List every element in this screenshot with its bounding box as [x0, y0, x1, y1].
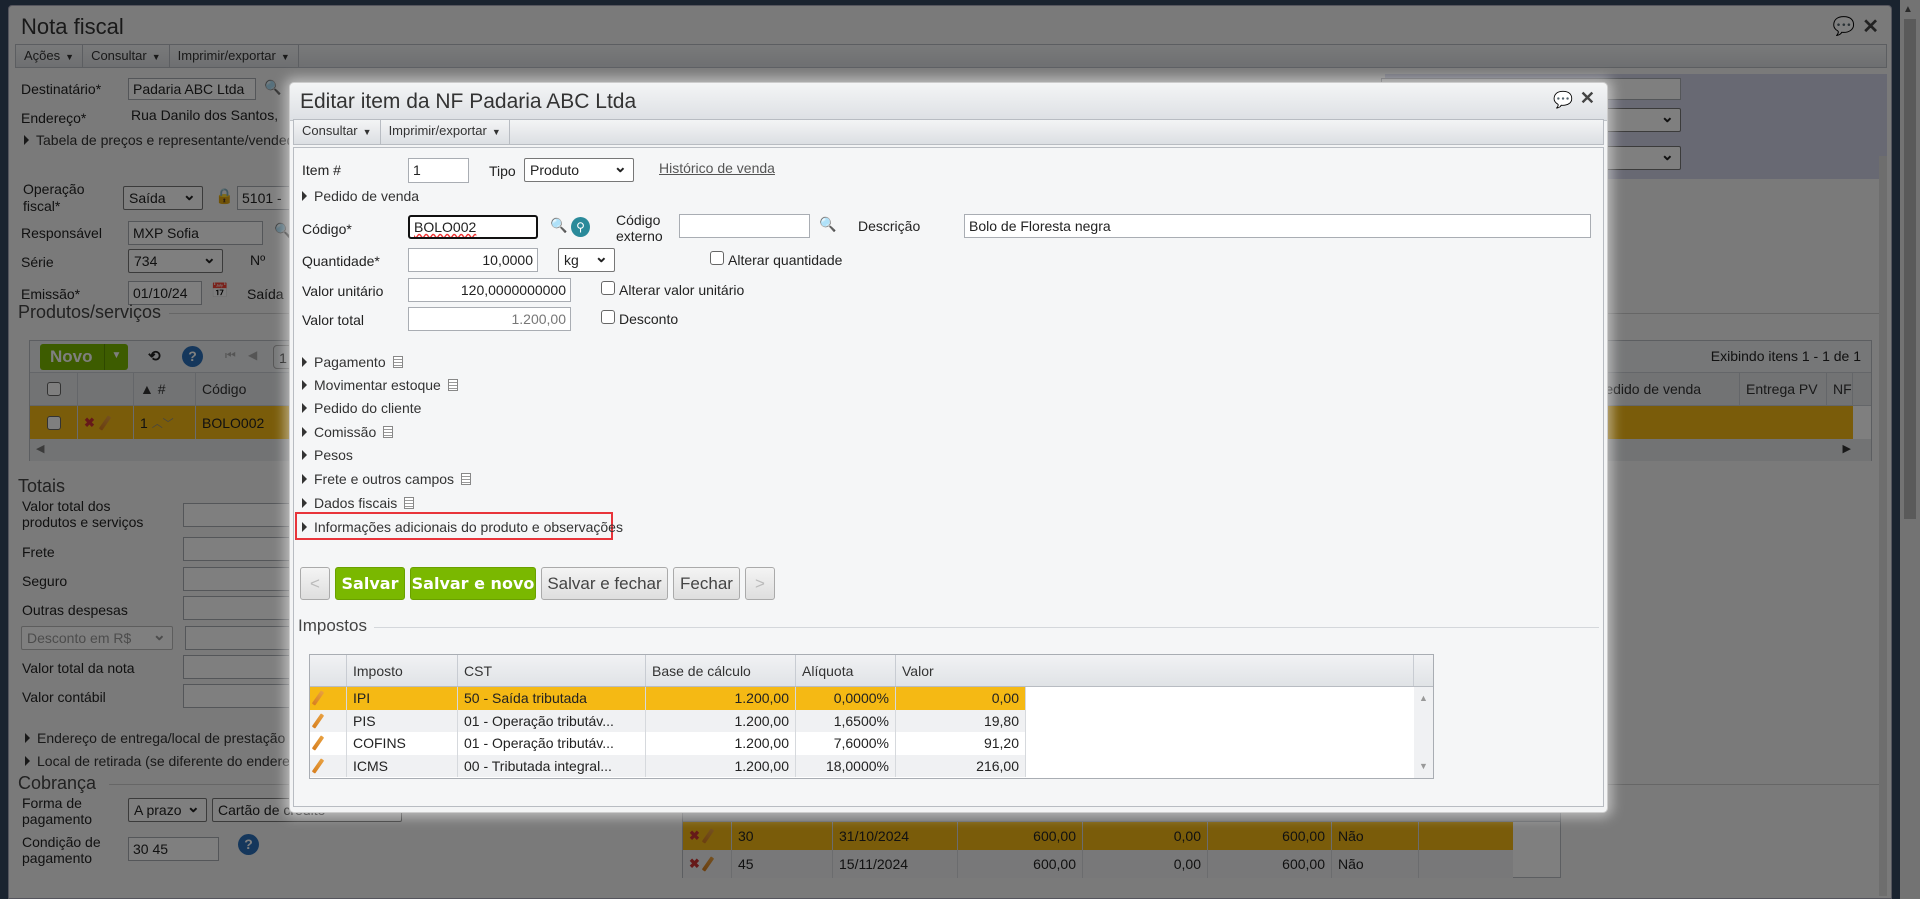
codigo-externo-input[interactable]: [679, 214, 810, 238]
tax-imposto: IPI: [347, 687, 458, 710]
modal-titlebar: Editar item da NF Padaria ABC Ltda 💬 ✕: [290, 83, 1607, 121]
edit-item-modal: Editar item da NF Padaria ABC Ltda 💬 ✕ C…: [289, 82, 1608, 813]
impostos-title: Impostos: [298, 616, 367, 635]
col-valor[interactable]: Valor: [896, 655, 1414, 686]
unidade-select[interactable]: kg: [558, 248, 615, 272]
document-icon: [447, 379, 458, 391]
historico-venda-link[interactable]: Histórico de venda: [659, 160, 775, 176]
tax-valor: 91,20: [896, 732, 1026, 755]
edit-pencil-icon[interactable]: [311, 690, 325, 706]
pin-icon[interactable]: ⚲: [571, 217, 590, 237]
edit-cell[interactable]: [310, 709, 347, 732]
edit-pencil-icon[interactable]: [311, 758, 325, 774]
alterar-valor-unitario-label: Alterar valor unitário: [619, 282, 745, 298]
pagamento-section[interactable]: Pagamento: [302, 354, 403, 370]
salvar-fechar-button[interactable]: Salvar e fechar: [541, 567, 668, 600]
tipo-label: Tipo: [489, 163, 516, 179]
codigo-externo-label: Código externo: [616, 212, 663, 244]
divider: [374, 627, 1599, 628]
frete-outros-section[interactable]: Frete e outros campos: [302, 471, 472, 487]
salvar-button[interactable]: Salvar: [335, 567, 405, 600]
pedido-cliente-section[interactable]: Pedido do cliente: [302, 400, 421, 416]
tax-aliquota: 7,6000%: [796, 732, 896, 755]
tax-cst: 01 - Operação tributáv...: [458, 732, 646, 755]
tax-aliquota: 0,0000%: [796, 687, 896, 710]
document-icon: [461, 473, 472, 485]
informacoes-adicionais-section[interactable]: Informações adicionais do produto e obse…: [302, 519, 623, 535]
codigo-label: Código*: [302, 221, 352, 237]
previous-button[interactable]: <: [300, 567, 330, 600]
fechar-button[interactable]: Fechar: [673, 567, 740, 600]
edit-pencil-icon[interactable]: [311, 735, 325, 751]
document-icon: [392, 356, 403, 368]
edit-cell[interactable]: [310, 687, 347, 710]
tipo-select[interactable]: Produto: [524, 158, 634, 182]
dados-fiscais-section[interactable]: Dados fiscais: [302, 495, 415, 511]
quantidade-input[interactable]: 10,0000: [408, 248, 538, 272]
tax-row[interactable]: PIS 01 - Operação tributáv... 1.200,00 1,65…: [310, 709, 1026, 732]
document-icon: [383, 426, 394, 438]
tax-base: 1.200,00: [646, 687, 796, 710]
codigo-input[interactable]: BOLO002: [408, 215, 538, 239]
modal-title: Editar item da NF Padaria ABC Ltda: [300, 90, 637, 113]
valor-total-label: Valor total: [302, 312, 364, 328]
search-icon[interactable]: 🔍: [550, 217, 567, 234]
item-label: Item #: [302, 162, 341, 178]
tax-aliquota: 18,0000%: [796, 754, 896, 777]
item-input[interactable]: 1: [408, 158, 469, 183]
descricao-input[interactable]: Bolo de Floresta negra: [964, 214, 1591, 238]
alterar-quantidade-label: Alterar quantidade: [728, 252, 843, 268]
document-icon: [404, 497, 415, 509]
edit-cell[interactable]: [310, 754, 347, 777]
tax-cst: 50 - Saída tributada: [458, 687, 646, 710]
tax-valor: 19,80: [896, 709, 1026, 732]
col-imposto[interactable]: Imposto: [347, 655, 458, 686]
tax-row[interactable]: ICMS 00 - Tributada integral... 1.200,00 18…: [310, 754, 1026, 777]
tax-imposto: COFINS: [347, 732, 458, 755]
modal-toolbar: Consultar ▼ Imprimir/exportar ▼: [293, 119, 1604, 145]
quantidade-label: Quantidade*: [302, 253, 380, 269]
modal-content: Item # 1 Tipo Produto Histórico de venda…: [293, 147, 1604, 807]
comissao-section[interactable]: Comissão: [302, 424, 394, 440]
tax-base: 1.200,00: [646, 754, 796, 777]
consultar-menu[interactable]: Consultar▼: [294, 120, 381, 144]
valor-unitario-label: Valor unitário: [302, 283, 384, 299]
tax-row[interactable]: IPI 50 - Saída tributada 1.200,00 0,0000% 0,…: [310, 687, 1026, 710]
col-base[interactable]: Base de cálculo: [646, 655, 796, 686]
tax-row[interactable]: COFINS 01 - Operação tributáv... 1.200,00 7…: [310, 732, 1026, 755]
desconto-label: Desconto: [619, 311, 679, 327]
tax-base: 1.200,00: [646, 709, 796, 732]
valor-unitario-input[interactable]: 120,0000000000: [408, 278, 571, 302]
impostos-header: Imposto CST Base de cálculo Alíquota Val…: [310, 655, 1433, 687]
tax-imposto: PIS: [347, 709, 458, 732]
tax-cst: 00 - Tributada integral...: [458, 754, 646, 777]
tax-base: 1.200,00: [646, 732, 796, 755]
tax-valor: 0,00: [896, 687, 1026, 710]
edit-cell[interactable]: [310, 732, 347, 755]
valor-total-input: 1.200,00: [408, 307, 571, 331]
tax-valor: 216,00: [896, 754, 1026, 777]
descricao-label: Descrição: [858, 218, 921, 234]
col-cst[interactable]: CST: [458, 655, 646, 686]
comment-icon[interactable]: 💬: [1553, 90, 1573, 110]
impostos-table: Imposto CST Base de cálculo Alíquota Val…: [309, 654, 1434, 779]
tax-imposto: ICMS: [347, 754, 458, 777]
pedido-venda-section[interactable]: Pedido de venda: [302, 188, 419, 204]
close-icon[interactable]: ✕: [1580, 88, 1595, 109]
edit-pencil-icon[interactable]: [311, 713, 325, 729]
movimentar-estoque-section[interactable]: Movimentar estoque: [302, 377, 458, 393]
table-scrollbar[interactable]: ▲ ▼: [1414, 687, 1433, 778]
tax-aliquota: 1,6500%: [796, 709, 896, 732]
imprimir-menu[interactable]: Imprimir/exportar▼: [381, 120, 510, 144]
search-icon[interactable]: 🔍: [819, 216, 836, 233]
alterar-valor-unitario-checkbox[interactable]: [601, 281, 615, 295]
alterar-quantidade-checkbox[interactable]: [710, 251, 724, 265]
salvar-novo-button[interactable]: Salvar e novo: [410, 567, 536, 600]
tax-cst: 01 - Operação tributáv...: [458, 709, 646, 732]
col-aliquota[interactable]: Alíquota: [796, 655, 896, 686]
desconto-checkbox[interactable]: [601, 310, 615, 324]
pesos-section[interactable]: Pesos: [302, 447, 353, 463]
next-button[interactable]: >: [745, 567, 775, 600]
